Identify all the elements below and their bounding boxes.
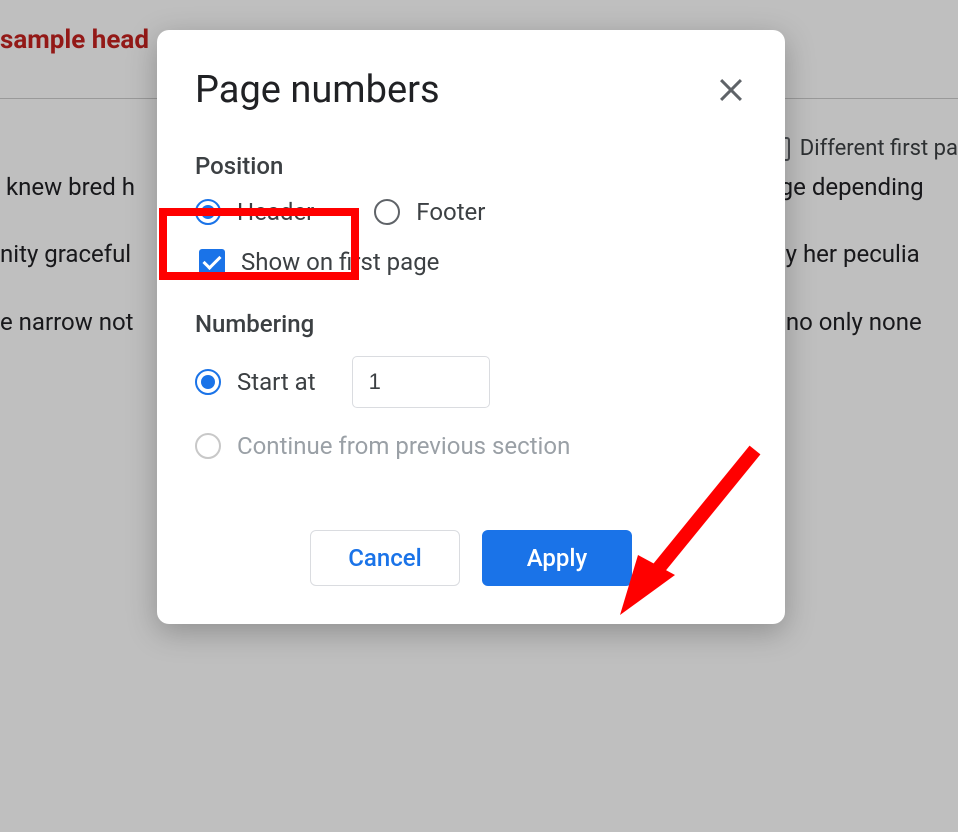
start-at-row: Start at [195,356,747,408]
cancel-button[interactable]: Cancel [310,530,460,586]
header-radio-option[interactable]: Header [195,198,314,226]
footer-radio[interactable] [374,199,400,225]
continue-radio [195,433,221,459]
position-section-label: Position [195,152,747,180]
show-on-first-page-label: Show on first page [241,248,439,276]
annotation-arrow-icon [600,430,780,630]
position-radio-group: Header Footer [195,198,747,226]
dialog-header: Page numbers [195,68,747,112]
footer-radio-label: Footer [416,198,485,226]
footer-radio-option[interactable]: Footer [374,198,485,226]
close-icon[interactable] [715,74,747,106]
start-at-option[interactable]: Start at [195,368,316,396]
start-at-label: Start at [237,368,316,396]
dialog-title: Page numbers [195,68,440,112]
show-on-first-page-option[interactable]: Show on first page [195,248,747,276]
header-radio-label: Header [237,198,314,226]
continue-label: Continue from previous section [237,432,570,460]
start-at-radio[interactable] [195,369,221,395]
start-at-input[interactable] [352,356,490,408]
numbering-section-label: Numbering [195,310,747,338]
header-radio[interactable] [195,199,221,225]
show-on-first-page-checkbox[interactable] [199,249,225,275]
